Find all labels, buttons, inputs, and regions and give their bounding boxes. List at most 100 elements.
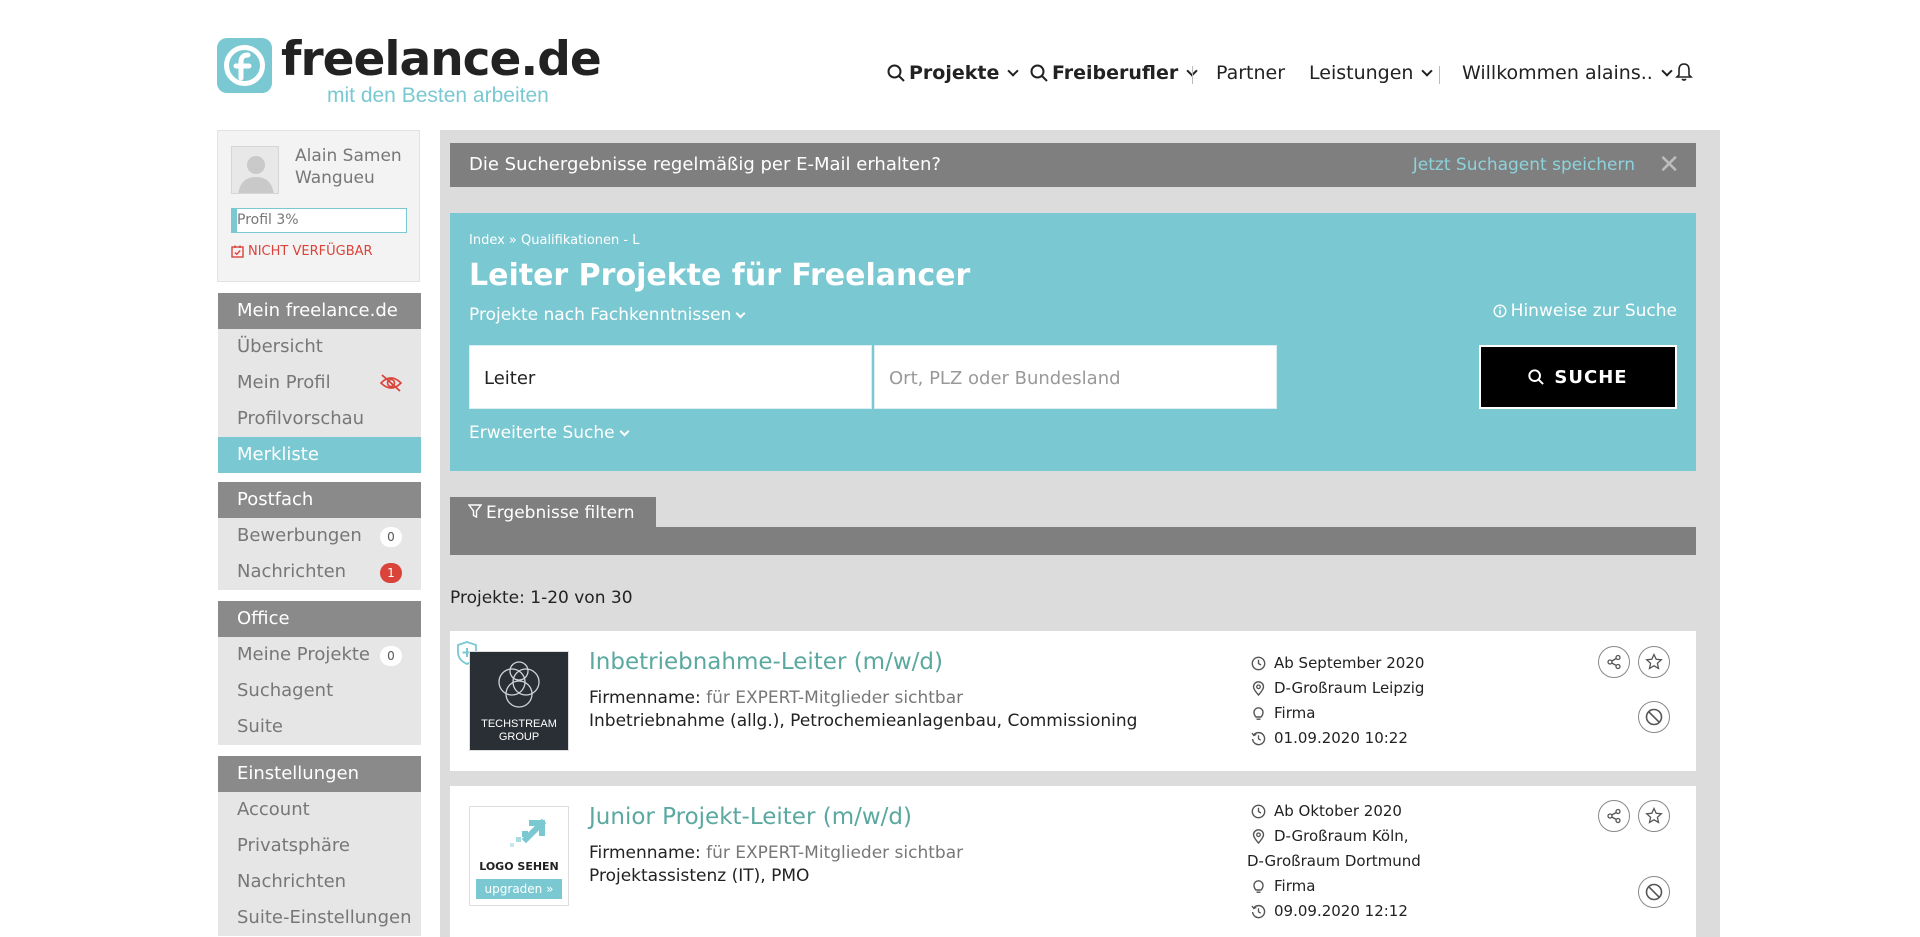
company-logo-placeholder[interactable]: LOGO SEHEN upgraden »: [469, 806, 569, 906]
availability-status[interactable]: NICHT VERFÜGBAR: [231, 244, 373, 259]
sidebar-item-messages[interactable]: Nachrichten 1: [218, 554, 421, 590]
project-date: 01.09.2020 10:22: [1251, 729, 1408, 747]
search-hints-label: Hinweise zur Suche: [1510, 301, 1677, 321]
hide-project-button[interactable]: [1638, 701, 1670, 733]
menu-heading: Einstellungen: [218, 756, 421, 792]
project-location: D-Großraum Leipzig: [1251, 679, 1424, 697]
advanced-search-toggle[interactable]: Erweiterte Suche: [469, 423, 630, 443]
sidebar-item-notifications[interactable]: Nachrichten: [218, 864, 421, 900]
sidebar-item-applications[interactable]: Bewerbungen 0: [218, 518, 421, 554]
sidebar-item-suite[interactable]: Suite: [218, 709, 421, 745]
location-input[interactable]: Ort, PLZ oder Bundesland: [874, 345, 1277, 409]
sidebar-item-label: Mein Profil: [237, 372, 331, 393]
filter-results-label: Ergebnisse filtern: [486, 503, 635, 523]
map-pin-icon: [1252, 828, 1265, 844]
history-icon: [1251, 731, 1266, 745]
project-skills: Inbetriebnahme (allg.), Petrochemieanlag…: [589, 711, 1138, 731]
close-icon[interactable]: ✕: [1658, 150, 1680, 180]
profile-name[interactable]: Alain Samen Wangueu: [295, 145, 415, 189]
sidebar-item-overview[interactable]: Übersicht: [218, 329, 421, 365]
avatar[interactable]: [231, 146, 279, 194]
sidebar-item-my-profile[interactable]: Mein Profil: [218, 365, 421, 401]
block-icon: [1645, 708, 1663, 726]
info-icon: [1493, 304, 1507, 318]
calendar-check-icon: [231, 245, 244, 258]
project-location-secondary: D-Großraum Dortmund: [1247, 852, 1421, 870]
project-title-link[interactable]: Inbetriebnahme-Leiter (m/w/d): [589, 649, 943, 675]
sidebar-item-label: Bewerbungen: [237, 525, 362, 546]
company-logo[interactable]: TECHSTREAM GROUP: [469, 651, 569, 751]
save-search-agent-link[interactable]: Jetzt Suchagent speichern: [1413, 155, 1635, 175]
logo-text: LOGO SEHEN: [479, 860, 559, 873]
filter-bar: [450, 527, 1696, 555]
project-location: D-Großraum Köln,: [1251, 827, 1409, 845]
filter-icon: [468, 504, 482, 519]
project-type-text: Firma: [1274, 877, 1316, 895]
share-icon: [1607, 654, 1621, 670]
star-icon: [1645, 653, 1663, 670]
project-card[interactable]: TECHSTREAM GROUP Inbetriebnahme-Leiter (…: [450, 631, 1696, 771]
project-skills: Projektassistenz (IT), PMO: [589, 866, 810, 886]
nav-freelancers[interactable]: Freiberufler: [1030, 62, 1198, 84]
chevron-down-icon: [1007, 65, 1020, 77]
search-hints-link[interactable]: Hinweise zur Suche: [1493, 301, 1677, 321]
share-button[interactable]: [1598, 646, 1630, 678]
breadcrumb[interactable]: Index » Qualifikationen - L: [469, 233, 639, 248]
company-name: Firmenname: für EXPERT-Mitglieder sichtb…: [589, 688, 963, 708]
sidebar-item-label: Meine Projekte: [237, 644, 370, 665]
profile-progress-bar[interactable]: Profil 3%: [231, 208, 407, 233]
nav-freelancers-label: Freiberufler: [1052, 62, 1179, 84]
share-button[interactable]: [1598, 800, 1630, 832]
search-button[interactable]: SUCHE: [1479, 345, 1677, 409]
logo-tagline: mit den Besten arbeiten: [327, 84, 549, 107]
menu-group-inbox: Postfach Bewerbungen 0 Nachrichten 1: [218, 482, 421, 590]
notifications-button[interactable]: [1675, 62, 1693, 82]
sidebar-item-my-projects[interactable]: Meine Projekte 0: [218, 637, 421, 673]
project-type: Firma: [1251, 877, 1315, 895]
sidebar-item-watchlist[interactable]: Merkliste: [218, 437, 421, 473]
sidebar-item-search-agent[interactable]: Suchagent: [218, 673, 421, 709]
profile-card: Alain Samen Wangueu Profil 3% NICHT VERF…: [217, 130, 420, 282]
project-start: Ab September 2020: [1251, 654, 1424, 672]
nav-projects-label: Projekte: [909, 62, 1000, 84]
upgrade-link[interactable]: upgraden »: [476, 879, 562, 899]
star-icon: [1645, 807, 1663, 824]
upload-arrow-icon: [510, 818, 547, 847]
project-date: 09.09.2020 12:12: [1251, 902, 1408, 920]
map-pin-icon: [1252, 680, 1265, 696]
project-location-text: D-Großraum Köln,: [1274, 827, 1409, 845]
project-start-text: Ab September 2020: [1274, 654, 1425, 672]
main-content: Die Suchergebnisse regelmäßig per E-Mail…: [440, 130, 1720, 937]
filter-results-tab[interactable]: Ergebnisse filtern: [450, 497, 656, 529]
bookmark-button[interactable]: [1638, 646, 1670, 678]
project-title-link[interactable]: Junior Projekt-Leiter (m/w/d): [589, 804, 912, 830]
nav-divider: [1439, 66, 1440, 84]
sidebar-item-privacy[interactable]: Privatsphäre: [218, 828, 421, 864]
nav-account-menu[interactable]: Willkommen alains..: [1462, 62, 1673, 84]
nav-services[interactable]: Leistungen: [1309, 62, 1434, 84]
hide-project-button[interactable]: [1638, 876, 1670, 908]
project-card[interactable]: LOGO SEHEN upgraden » Junior Projekt-Lei…: [450, 786, 1696, 937]
project-start-text: Ab Oktober 2020: [1274, 802, 1402, 820]
nav-partner[interactable]: Partner: [1216, 62, 1285, 84]
menu-heading: Mein freelance.de: [218, 293, 421, 329]
skills-dropdown[interactable]: Projekte nach Fachkenntnissen: [469, 305, 746, 325]
sidebar-item-account[interactable]: Account: [218, 792, 421, 828]
keyword-search-input[interactable]: Leiter: [469, 345, 872, 409]
banner-text: Die Suchergebnisse regelmäßig per E-Mail…: [469, 154, 941, 175]
sidebar-item-profile-preview[interactable]: Profilvorschau: [218, 401, 421, 437]
clock-icon: [1251, 656, 1266, 670]
lightbulb-icon: [1253, 706, 1264, 720]
company-value: für EXPERT-Mitglieder sichtbar: [706, 688, 964, 708]
nav-projects[interactable]: Projekte: [887, 62, 1020, 84]
clock-icon: [1251, 804, 1266, 818]
project-type: Firma: [1251, 704, 1315, 722]
availability-status-label: NICHT VERFÜGBAR: [248, 244, 373, 259]
search-agent-banner: Die Suchergebnisse regelmäßig per E-Mail…: [450, 143, 1696, 187]
count-badge: 0: [380, 527, 402, 547]
history-icon: [1251, 904, 1266, 918]
sidebar-item-suite-settings[interactable]: Suite-Einstellungen: [218, 900, 421, 936]
techstream-logo-icon: [498, 661, 540, 708]
bookmark-button[interactable]: [1638, 800, 1670, 832]
nav-welcome-label: Willkommen alains..: [1462, 62, 1653, 84]
